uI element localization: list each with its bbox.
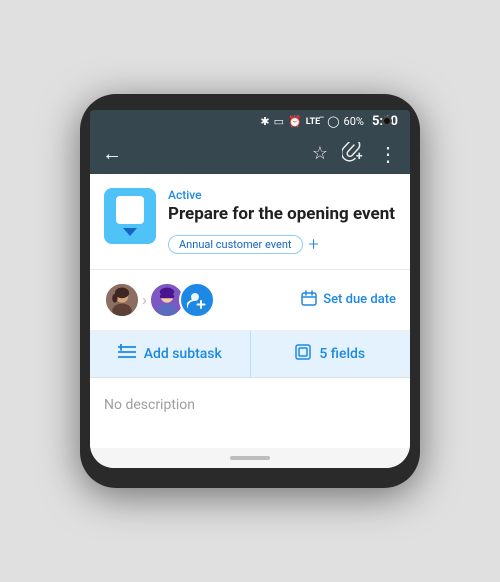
svg-text:+: + xyxy=(356,149,363,162)
task-info: Active Prepare for the opening event Ann… xyxy=(168,188,396,254)
task-header: Active Prepare for the opening event Ann… xyxy=(90,174,410,269)
more-icon[interactable]: ⋮ xyxy=(378,142,398,166)
add-person-button[interactable] xyxy=(179,282,215,318)
fields-button[interactable]: 5 fields xyxy=(250,331,411,377)
task-icon-square xyxy=(116,196,144,224)
avatar-separator: › xyxy=(142,290,147,309)
add-subtask-label: Add subtask xyxy=(144,346,222,362)
add-subtask-button[interactable]: Add subtask xyxy=(90,331,250,377)
star-icon[interactable]: ☆ xyxy=(312,143,328,164)
avatar-list: › xyxy=(104,282,291,318)
lte-icon: LTE‾ xyxy=(306,116,324,127)
battery-percent: 60% xyxy=(344,115,364,128)
people-row: › xyxy=(90,270,410,331)
task-title: Prepare for the opening event xyxy=(168,204,396,225)
attach-icon[interactable]: + xyxy=(342,142,364,166)
tag-chip-annual[interactable]: Annual customer event xyxy=(168,235,303,254)
fields-icon xyxy=(295,344,311,364)
task-icon xyxy=(104,188,156,244)
battery-circle-icon: ◯ xyxy=(327,115,339,128)
bluetooth-icon: ✱ xyxy=(260,115,269,128)
task-status: Active xyxy=(168,188,396,202)
avatar-person1[interactable] xyxy=(104,282,140,318)
task-tags: Annual customer event + xyxy=(168,234,396,255)
status-bar: ✱ ▭ ⏰ LTE‾ ◯ 60% 5:10 xyxy=(90,110,410,133)
fields-label: 5 fields xyxy=(319,346,365,362)
action-row: Add subtask 5 fields xyxy=(90,331,410,378)
description-text[interactable]: No description xyxy=(104,397,195,413)
screen: Active Prepare for the opening event Ann… xyxy=(90,174,410,467)
description-section: No description xyxy=(90,378,410,448)
phone-frame: ✱ ▭ ⏰ LTE‾ ◯ 60% 5:10 ← ☆ + ⋮ xyxy=(80,94,420,487)
alarm-icon: ⏰ xyxy=(288,115,302,128)
scroll-indicator xyxy=(90,448,410,468)
set-due-date-button[interactable]: Set due date xyxy=(301,290,396,310)
due-date-label: Set due date xyxy=(323,292,396,307)
toolbar-actions: ☆ + ⋮ xyxy=(312,142,398,166)
toolbar: ← ☆ + ⋮ xyxy=(90,133,410,174)
add-tag-button[interactable]: + xyxy=(309,234,319,255)
back-button[interactable]: ← xyxy=(102,141,122,166)
scroll-bar xyxy=(230,456,270,460)
task-icon-arrow xyxy=(123,228,137,236)
vibrate-icon: ▭ xyxy=(274,115,284,128)
subtask-icon xyxy=(118,344,136,364)
calendar-icon xyxy=(301,290,317,310)
